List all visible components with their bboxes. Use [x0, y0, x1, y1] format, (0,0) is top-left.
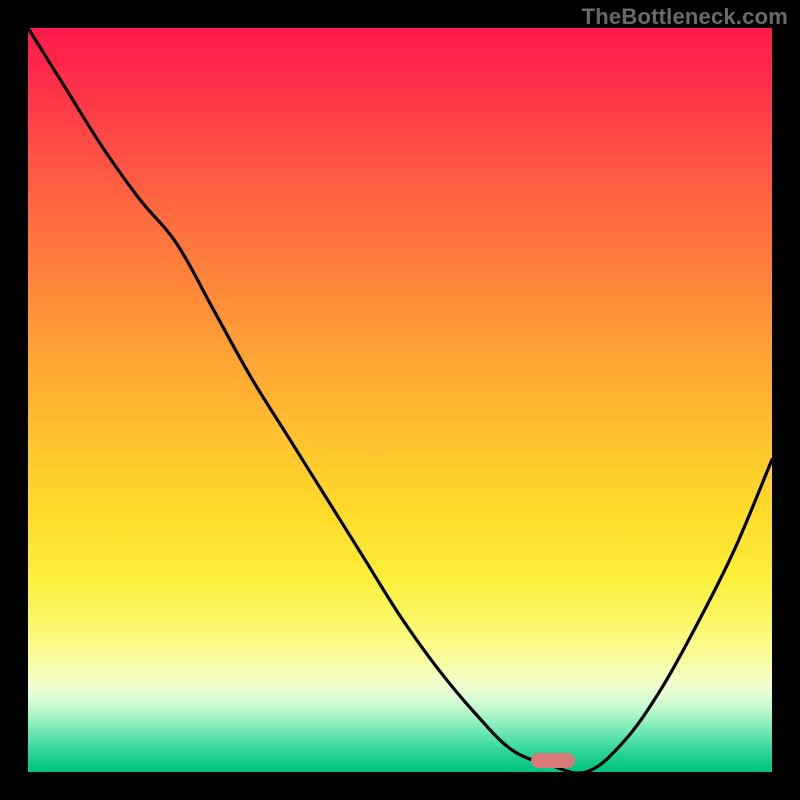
plot-area	[28, 28, 772, 772]
bottleneck-curve	[28, 28, 772, 772]
chart-frame: TheBottleneck.com	[0, 0, 800, 800]
watermark-label: TheBottleneck.com	[582, 4, 788, 30]
optimal-marker	[531, 753, 575, 768]
